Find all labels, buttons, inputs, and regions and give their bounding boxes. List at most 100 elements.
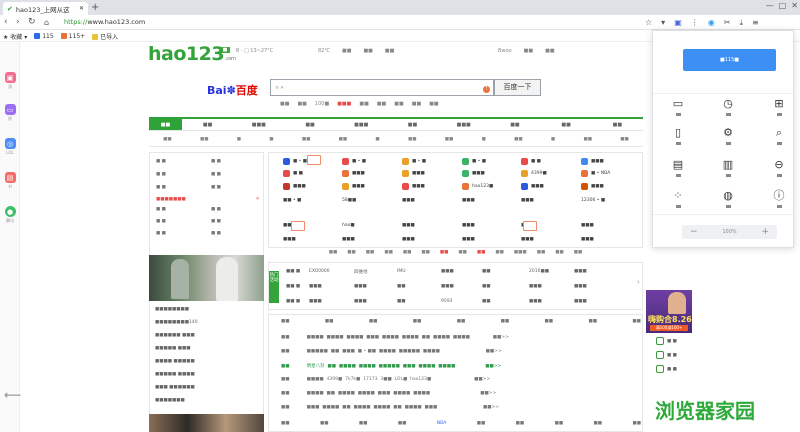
- search-suggestion[interactable]: ■■: [377, 101, 386, 107]
- subcategory-link[interactable]: ■■: [514, 133, 523, 146]
- side-ad[interactable]: 嗨购合8.26 满100减100+: [646, 290, 692, 333]
- hot-link[interactable]: EXO0000: [309, 269, 330, 274]
- hot-link[interactable]: ■■: [482, 299, 491, 304]
- site-link[interactable]: ■■■: [402, 237, 415, 242]
- news-item[interactable]: ■■■■■■ ■■■: [155, 333, 195, 338]
- site-link[interactable]: 58■■: [342, 198, 356, 203]
- close-window-button[interactable]: ✕: [791, 1, 798, 10]
- strip-link[interactable]: ■■■: [514, 250, 527, 259]
- left-row-link[interactable]: ■ ■: [156, 207, 166, 212]
- category-tab[interactable]: ■■: [182, 119, 233, 130]
- section3-footer-link[interactable]: ■■: [398, 421, 407, 426]
- site-link[interactable]: ■■■: [462, 237, 475, 242]
- dropdown-icon[interactable]: ▾: [661, 17, 665, 28]
- section3-row[interactable]: ■■ ■■■■ ■■ ■■■■ ■■■■ ■■■ ■■■■ ■■■■ ■■>>: [281, 391, 641, 396]
- cut-icon[interactable]: ✂: [724, 17, 731, 28]
- hot-link[interactable]: 9593: [441, 299, 452, 304]
- header-tag[interactable]: ■: [220, 47, 230, 53]
- news-item[interactable]: ■■■■■ ■■■■: [155, 372, 195, 377]
- home-icon[interactable]: ⌂: [44, 17, 49, 28]
- new-tab-button[interactable]: +: [91, 2, 99, 13]
- site-link[interactable]: ■■■: [581, 183, 604, 190]
- promo-image[interactable]: [149, 255, 264, 301]
- site-link[interactable]: ■■■: [342, 170, 365, 177]
- hot-link[interactable]: ■■ ■: [286, 299, 300, 304]
- section3-tab[interactable]: ■■: [325, 319, 334, 324]
- apps-menu-item[interactable]: ⁘: [668, 190, 688, 208]
- hot-link[interactable]: ■■: [397, 284, 406, 289]
- hot-link[interactable]: ■■■: [574, 299, 587, 304]
- site-link[interactable]: ■■ • ■: [283, 198, 301, 203]
- site-link[interactable]: ■ • ■: [342, 158, 366, 165]
- site-link[interactable]: ■ ■: [521, 158, 541, 165]
- section3-footer-link[interactable]: ■■: [477, 421, 486, 426]
- section3-footer-link[interactable]: ■■: [359, 421, 368, 426]
- strip-link[interactable]: ■■: [555, 250, 564, 259]
- category-tab[interactable]: ■■: [149, 119, 182, 130]
- search-input[interactable]: ≡ ▾: [270, 79, 494, 96]
- maximize-button[interactable]: □: [779, 1, 787, 10]
- left-row-link[interactable]: ■ ■: [211, 219, 221, 224]
- search-suggestion[interactable]: ■■: [429, 101, 438, 107]
- scroll-right-icon[interactable]: ›: [637, 278, 640, 286]
- hot-link[interactable]: ■■: [397, 299, 406, 304]
- weather-info[interactable]: 8 · □ 13~27°C: [236, 48, 273, 54]
- url-field[interactable]: https://www.hao123.com: [64, 17, 644, 28]
- user-link[interactable]: ■■: [524, 48, 533, 54]
- news-item[interactable]: ■■■■■ ■■■: [155, 346, 190, 351]
- subcategory-link[interactable]: ■■: [339, 133, 348, 146]
- site-link[interactable]: ■ • NBA: [581, 170, 610, 177]
- category-tab[interactable]: ■■: [284, 119, 335, 130]
- header-link[interactable]: ■■: [342, 48, 351, 54]
- forward-icon[interactable]: ›: [16, 17, 20, 28]
- section3-tab[interactable]: ■■: [281, 319, 290, 324]
- left-row-link[interactable]: ■ ■: [211, 172, 221, 177]
- menu-icon[interactable]: ≡: [752, 17, 759, 28]
- section3-footer-link[interactable]: ■■: [320, 421, 329, 426]
- site-link[interactable]: ■ • ■: [283, 158, 307, 165]
- search-suggestion[interactable]: ■■: [394, 101, 403, 107]
- sidebar-item-game[interactable]: ▣ 游: [3, 72, 17, 90]
- star-icon[interactable]: ☆: [645, 17, 652, 28]
- site-link[interactable]: 12306 • ■: [581, 198, 605, 203]
- more-icon[interactable]: ⋮: [691, 17, 699, 28]
- hot-link[interactable]: ■■ ■: [286, 284, 300, 289]
- profile-icon[interactable]: ▣: [674, 17, 682, 28]
- site-link[interactable]: ■■■: [521, 183, 544, 190]
- briefcase-menu-item[interactable]: ▤: [668, 159, 688, 177]
- window-menu-item[interactable]: ▭: [668, 98, 688, 116]
- site-link[interactable]: ■ • ■: [402, 158, 426, 165]
- left-row-link[interactable]: ■ ■: [156, 219, 166, 224]
- hot-link[interactable]: ■■■: [309, 299, 322, 304]
- subcategory-link[interactable]: ■■: [620, 133, 629, 146]
- site-link[interactable]: ■■■: [462, 223, 475, 228]
- site-link[interactable]: hao■: [342, 223, 355, 228]
- search-suggestion[interactable]: ■■: [280, 101, 289, 107]
- site-link[interactable]: ■■■: [521, 237, 534, 242]
- left-row-link[interactable]: ■ ■: [156, 159, 166, 164]
- category-tab[interactable]: ■■■: [336, 119, 387, 130]
- category-tab[interactable]: ■■■: [438, 119, 489, 130]
- hot-badge[interactable]: [307, 155, 321, 165]
- gamepad-menu-item[interactable]: ⊖: [769, 159, 789, 177]
- news-item[interactable]: ■■■■■■■■140: [155, 320, 198, 325]
- zoom-out-button[interactable]: −: [690, 227, 698, 237]
- section3-tab[interactable]: ■■: [413, 319, 422, 324]
- left-row-link[interactable]: ■■■■■■■: [156, 197, 186, 202]
- section3-footer-link[interactable]: ■■: [281, 421, 290, 426]
- section3-row[interactable]: ■■ ■■■■■ ■■ ■■■ ■ • ■■ ■■■■ ■■■■■ ■■■■ ■…: [281, 349, 641, 354]
- site-link[interactable]: ■■■: [521, 198, 534, 203]
- section3-row[interactable]: ■■ ■■■■ ■■■■ ■■■■ ■■■ ■■■■ ■■■■ ■■ ■■■■ …: [281, 335, 641, 340]
- search-suggestion[interactable]: ■■■: [337, 101, 351, 107]
- right-link[interactable]: ■ ■: [656, 365, 677, 373]
- strip-link[interactable]: ■■: [458, 250, 467, 259]
- section3-footer-link[interactable]: NBA: [437, 421, 447, 426]
- search-suggestion[interactable]: ■■: [297, 101, 306, 107]
- section3-tab[interactable]: ■■: [545, 319, 554, 324]
- strip-link[interactable]: ■■: [366, 250, 375, 259]
- search-suggestion[interactable]: 100■: [315, 101, 329, 107]
- subcategory-link[interactable]: ■■: [408, 133, 417, 146]
- section3-tab[interactable]: ■■: [369, 319, 378, 324]
- baidu-logo[interactable]: Bai✽百度: [207, 82, 258, 98]
- category-tab[interactable]: ■■: [541, 119, 592, 130]
